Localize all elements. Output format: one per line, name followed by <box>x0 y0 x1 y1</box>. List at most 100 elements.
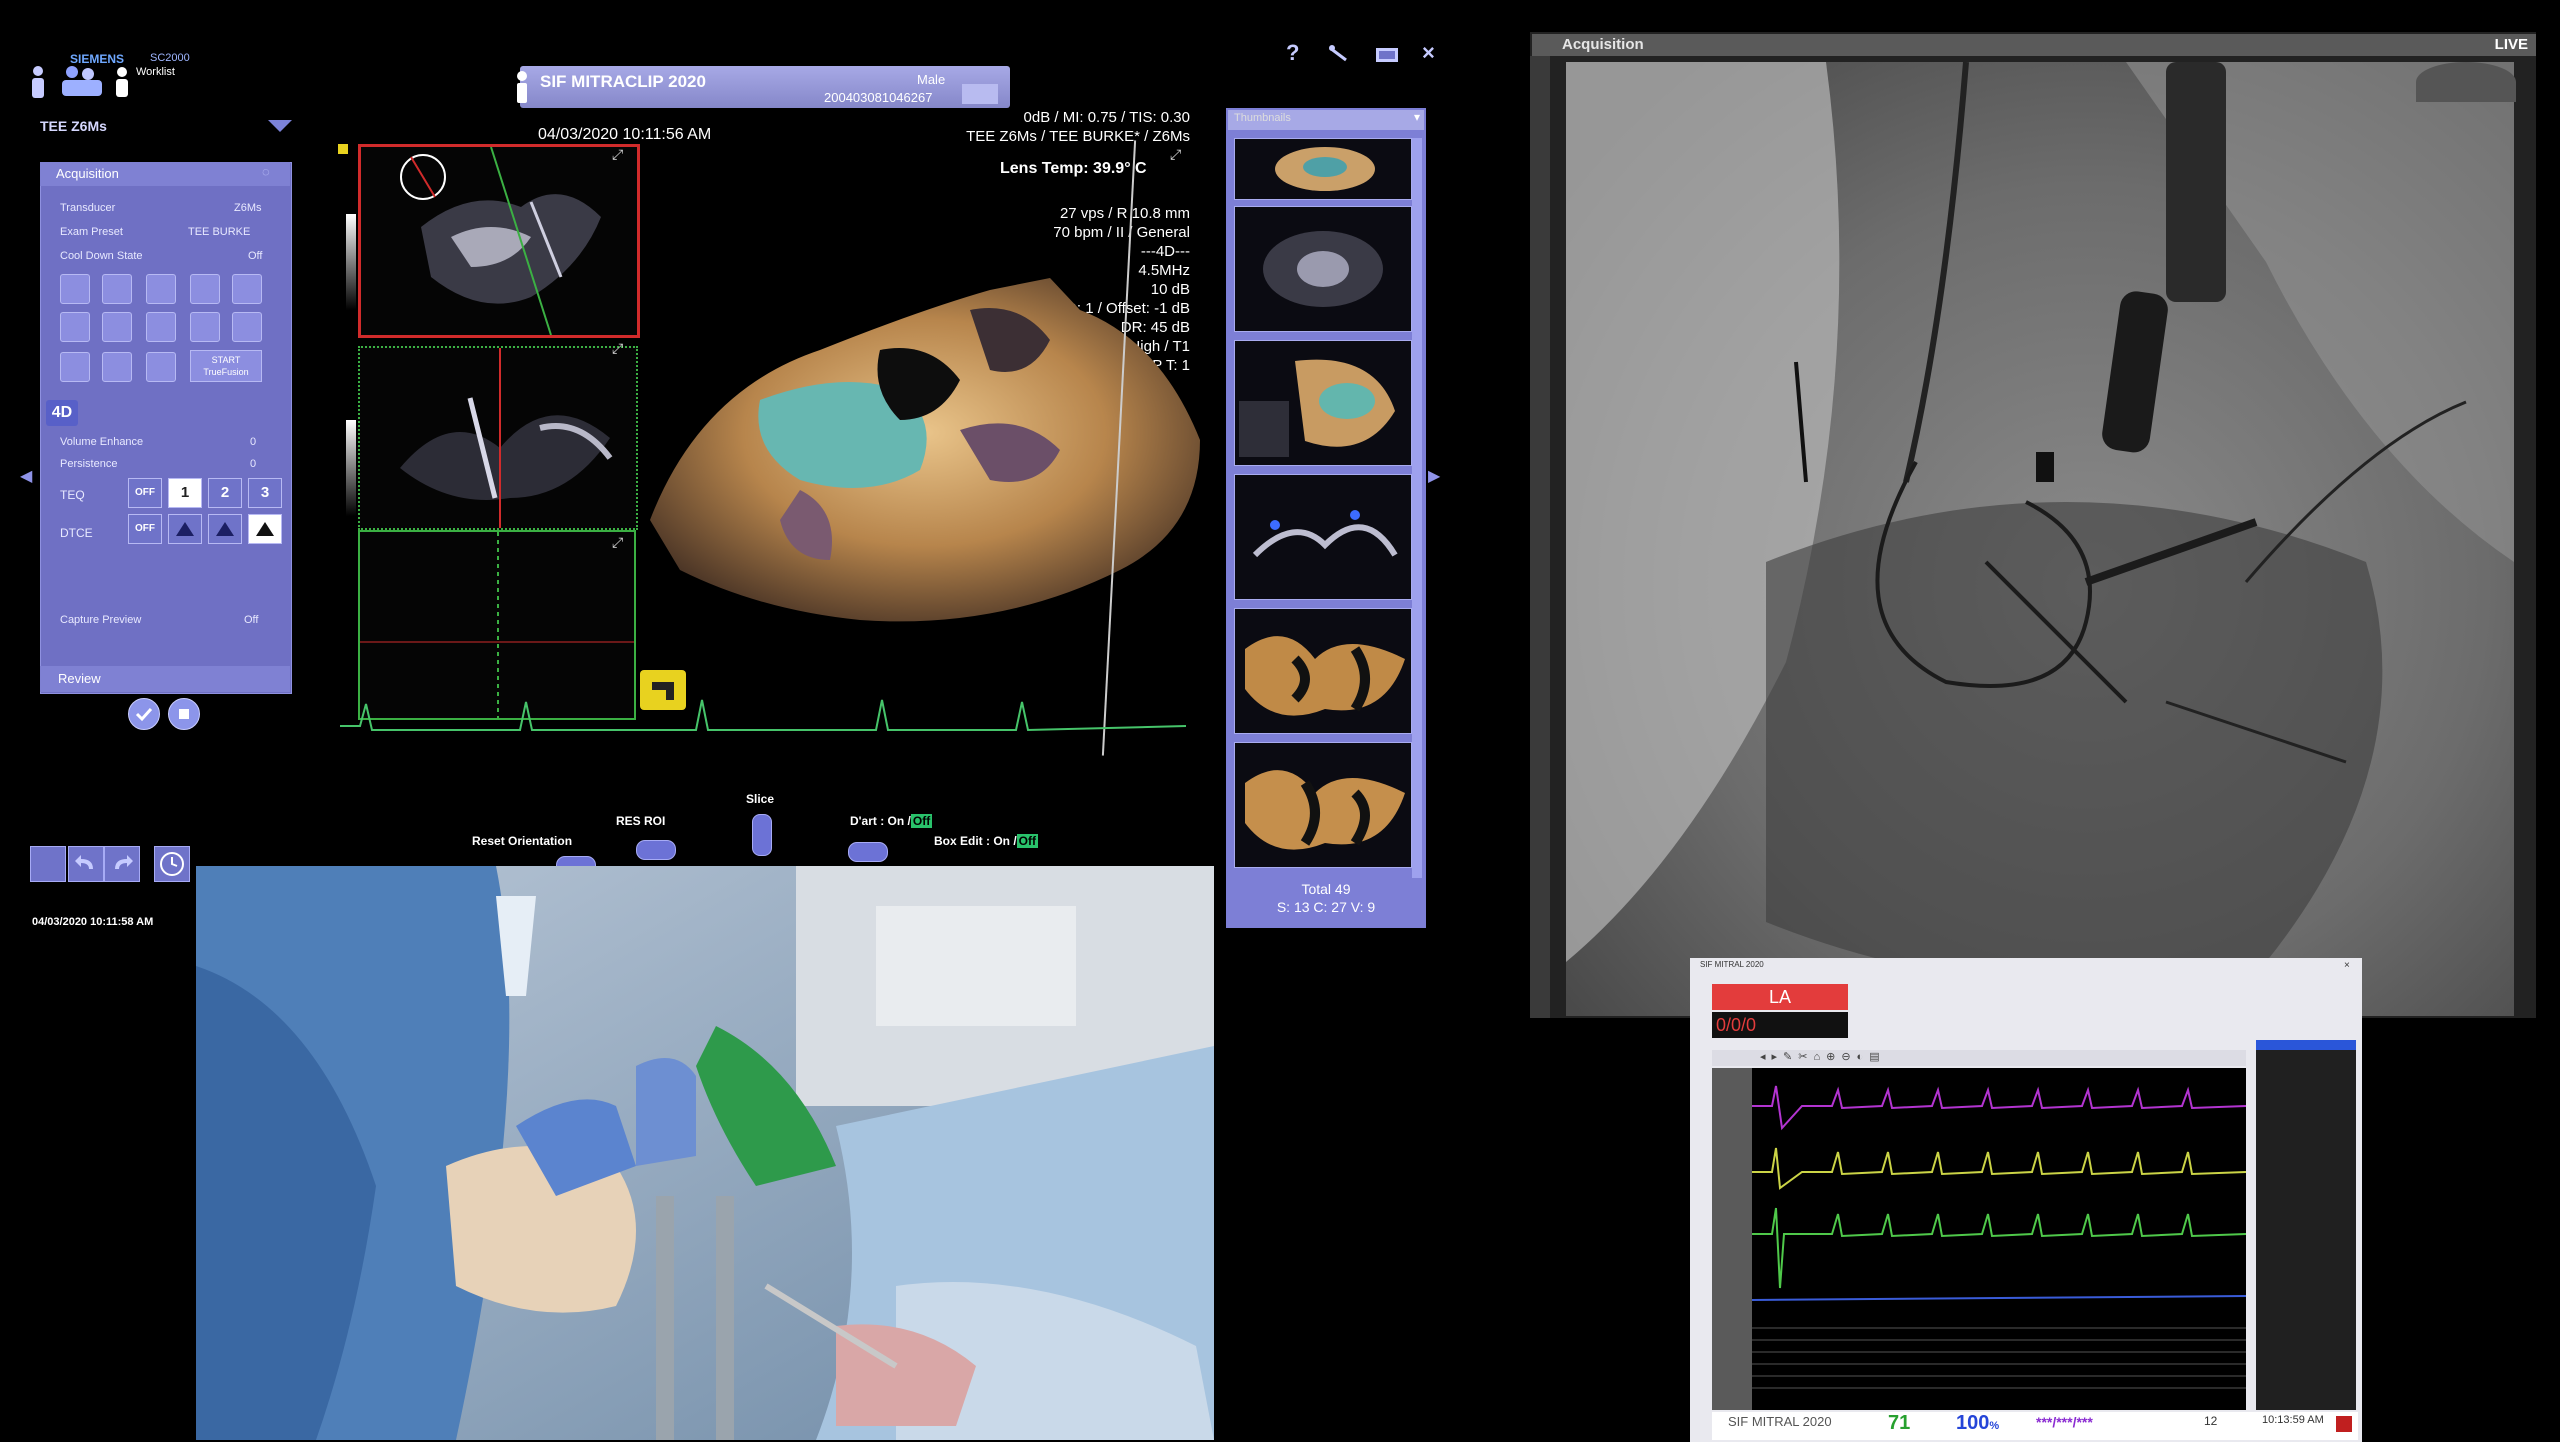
spo2-value: 100% <box>1956 1412 1999 1435</box>
tool-rotate-button[interactable] <box>146 274 176 304</box>
box-edit-toggle[interactable]: Box Edit : On / Off <box>934 834 1038 848</box>
hemo-close-icon[interactable]: × <box>2344 960 2350 971</box>
patient-status-icon <box>517 71 527 103</box>
thumbnail-6[interactable] <box>1234 742 1412 868</box>
worklist-person-icon[interactable] <box>112 66 132 100</box>
confirm-button[interactable] <box>128 698 160 730</box>
preset-title[interactable]: TEE Z6Ms <box>40 118 107 134</box>
wrench-icon[interactable] <box>1328 44 1350 64</box>
tool-heart-button[interactable] <box>102 352 132 382</box>
scan-param-mode: ---4D--- <box>1140 243 1190 260</box>
left-arrow-icon[interactable]: ◀ <box>20 466 32 486</box>
chevron-down-icon[interactable] <box>268 120 292 132</box>
patient-sex: Male <box>917 72 946 87</box>
fluoro-left-strip <box>1530 56 1550 1018</box>
teq-3-button[interactable]: 3 <box>248 478 282 508</box>
close-icon[interactable]: × <box>1422 40 1435 66</box>
tool-bars-button[interactable] <box>232 312 262 342</box>
save-clip-button[interactable] <box>30 846 66 882</box>
ecg-trace <box>340 699 1186 732</box>
tool-pen-button[interactable] <box>190 274 220 304</box>
redo-button[interactable] <box>104 846 140 882</box>
tool-volume-button[interactable] <box>102 274 132 304</box>
expand-icon-a[interactable]: ⤢ <box>612 146 623 163</box>
tool-grid-button[interactable] <box>60 274 90 304</box>
patient-icon[interactable] <box>28 64 48 104</box>
display-icon[interactable] <box>1376 48 1398 62</box>
hemo-window-title: SIF MITRAL 2020 <box>1700 960 1764 969</box>
dtce-mid-button[interactable] <box>208 514 242 544</box>
tool-points-button[interactable] <box>190 312 220 342</box>
mpr-viewport-b[interactable] <box>358 346 638 530</box>
thumbnails-header[interactable]: Thumbnails ▾ <box>1228 110 1424 130</box>
hemo-time: 10:13:59 AM <box>2262 1414 2324 1426</box>
worklist-group-icon[interactable] <box>58 64 106 100</box>
acquisition-collapse-icon[interactable]: ◌ <box>262 164 270 179</box>
review-bar[interactable]: Review <box>40 666 290 692</box>
thumbnails-chevron-icon[interactable]: ▾ <box>1414 110 1420 124</box>
cool-down-label: Cool Down State <box>60 250 143 262</box>
capture-preview-value[interactable]: Off <box>244 614 258 626</box>
slice-label: Slice <box>746 792 775 806</box>
mpr-viewport-a[interactable] <box>358 144 640 338</box>
exam-preset-value: TEE BURKE <box>188 226 251 238</box>
undo-button[interactable] <box>68 846 104 882</box>
save-icon[interactable] <box>2336 1416 2352 1432</box>
thumbnail-5[interactable] <box>1234 608 1412 734</box>
dtce-low-button[interactable] <box>168 514 202 544</box>
tool-dot-button[interactable] <box>60 312 90 342</box>
mpr-image-a <box>400 146 601 336</box>
cath-lab-video <box>196 866 1214 1440</box>
tool-bowl-button[interactable] <box>146 352 176 382</box>
cool-down-value: Off <box>248 250 263 262</box>
thumbnail-2[interactable] <box>1234 206 1412 332</box>
help-icon[interactable]: ? <box>1286 40 1299 66</box>
teq-label: TEQ <box>60 488 85 502</box>
slice-slider[interactable] <box>752 814 772 856</box>
capture-preview-label: Capture Preview <box>60 614 142 626</box>
box-edit-state: Off <box>1016 834 1038 848</box>
cath-lab-video-frame <box>196 866 1214 1440</box>
clock-button[interactable] <box>154 846 190 882</box>
teq-off-button[interactable]: OFF <box>128 478 162 508</box>
persistence-label: Persistence <box>60 458 118 470</box>
dart-knob[interactable] <box>848 842 888 862</box>
thumbnail-1[interactable] <box>1234 138 1412 200</box>
worklist-label[interactable]: Worklist <box>136 66 175 78</box>
tool-square-button[interactable] <box>102 312 132 342</box>
start-truefusion-button[interactable]: START TrueFusion <box>190 350 262 382</box>
teq-2-button[interactable]: 2 <box>208 478 242 508</box>
thumbnail-3[interactable] <box>1234 340 1412 466</box>
res-roi-knob[interactable] <box>636 840 676 860</box>
right-arrow-icon[interactable]: ▶ <box>1428 466 1440 486</box>
mode-4d-button[interactable]: 4D <box>46 400 78 426</box>
acquisition-header-label: Acquisition <box>56 166 119 181</box>
fluoroscopy-header: Acquisition LIVE <box>1532 34 2536 56</box>
thumbnails-scrollbar[interactable] <box>1412 138 1422 878</box>
dart-toggle[interactable]: D'art : On / Off <box>850 814 933 828</box>
hemo-toolbar-icons[interactable]: ◂▸✎✂⌂⊕⊖◐▤ <box>1760 1050 1886 1063</box>
persistence-value[interactable]: 0 <box>250 458 256 470</box>
expand-icon-c[interactable]: ⤢ <box>612 534 623 551</box>
patient-id: 200403081046267 <box>824 90 933 105</box>
patient-name: SIF MITRACLIP 2020 <box>540 72 706 91</box>
tool-crop-button[interactable] <box>232 274 262 304</box>
teq-1-button[interactable]: 1 <box>168 478 202 508</box>
thumbnail-4[interactable] <box>1234 474 1412 600</box>
stop-button[interactable] <box>168 698 200 730</box>
fluoro-corner-artifact <box>2416 62 2516 102</box>
hemo-right-panel-header[interactable] <box>2256 1040 2356 1050</box>
acquisition-header[interactable]: Acquisition ◌ <box>40 162 290 186</box>
expand-icon-3d[interactable]: ⤢ <box>1170 146 1181 163</box>
volume-enhance-value[interactable]: 0 <box>250 436 256 448</box>
la-channel-label[interactable]: LA <box>1712 984 1848 1010</box>
exam-preset-label: Exam Preset <box>60 226 123 238</box>
brand-label: SIEMENS <box>70 52 125 66</box>
expand-icon-b[interactable]: ⤢ <box>612 340 623 357</box>
tool-arrow-button[interactable] <box>60 352 90 382</box>
dtce-off-button[interactable]: OFF <box>128 514 162 544</box>
dtce-high-button[interactable] <box>248 514 282 544</box>
patient-bar-end-button[interactable] <box>962 84 998 104</box>
tool-slice-button[interactable] <box>146 312 176 342</box>
volume-render-3d[interactable] <box>640 270 1200 630</box>
